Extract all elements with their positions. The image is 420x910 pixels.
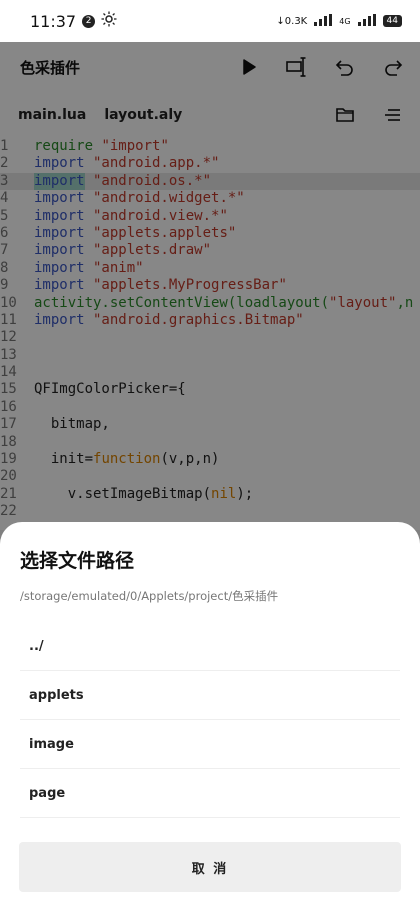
download-speed: ↓0.3K [276,15,308,27]
network-type: 4G [339,16,351,26]
brightness-icon [101,11,117,31]
list-item-applets[interactable]: applets [20,671,400,720]
list-item-image[interactable]: image [20,720,400,769]
file-list: ../ applets image page [20,622,400,818]
current-path: /storage/emulated/0/Applets/project/色采插件 [20,589,279,603]
status-left: 11:37 2 [30,11,117,31]
list-item-page[interactable]: page [20,769,400,818]
notification-badge: 2 [82,14,96,28]
status-right: ↓0.3K 4G 44 [276,13,402,29]
status-bar: 11:37 2 ↓0.3K 4G 44 [0,0,420,42]
list-item-parent-dir[interactable]: ../ [20,622,400,671]
clock: 11:37 [30,11,77,31]
signal-icon [314,13,333,29]
file-path-sheet: 选择文件路径 /storage/emulated/0/Applets/proje… [0,522,420,910]
net-speed-value: 0.3K [284,15,308,27]
battery-indicator: 44 [382,15,402,27]
cancel-button[interactable]: 取 消 [19,842,401,892]
sheet-title: 选择文件路径 [20,550,135,572]
signal-icon-2 [357,13,376,29]
